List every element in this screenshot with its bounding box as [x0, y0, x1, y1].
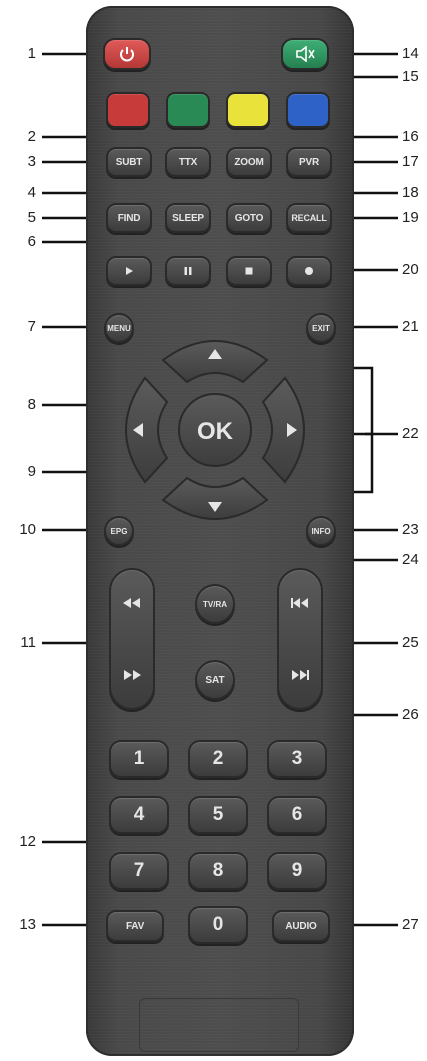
callout-16: 16	[402, 128, 419, 145]
digit-6-button[interactable]: 6	[267, 796, 327, 834]
digit-7-button[interactable]: 7	[109, 852, 169, 890]
callout-6: 6	[27, 233, 36, 250]
callout-11: 11	[20, 634, 36, 651]
dpad-up-button[interactable]	[161, 340, 269, 384]
tvra-button[interactable]: TV/RA	[195, 584, 235, 624]
info-button[interactable]: INFO	[306, 516, 336, 546]
callout-17: 17	[402, 153, 419, 170]
callout-22: 22	[402, 425, 419, 442]
digit-0-button[interactable]: 0	[188, 906, 248, 944]
zoom-button[interactable]: ZOOM	[226, 147, 272, 177]
recall-button[interactable]: RECALL	[286, 203, 332, 233]
mute-icon	[296, 46, 315, 62]
next-track-icon[interactable]	[291, 670, 309, 680]
green-button[interactable]	[166, 92, 210, 128]
callout-4: 4	[27, 184, 36, 201]
digit-4-button[interactable]: 4	[109, 796, 169, 834]
power-button[interactable]	[103, 38, 151, 70]
ttx-button[interactable]: TTX	[165, 147, 211, 177]
callout-20: 20	[402, 261, 419, 278]
play-icon	[126, 267, 133, 275]
sleep-button[interactable]: SLEEP	[165, 203, 211, 233]
rewind-ff-rocker	[109, 568, 155, 710]
callout-8: 8	[27, 396, 36, 413]
digit-8-button[interactable]: 8	[188, 852, 248, 890]
play-button[interactable]	[106, 256, 152, 286]
digit-9-button[interactable]: 9	[267, 852, 327, 890]
dpad-left-button[interactable]	[125, 376, 169, 484]
callout-27: 27	[402, 916, 419, 933]
callout-9: 9	[27, 463, 36, 480]
dpad-down-button[interactable]	[161, 476, 269, 520]
ok-label: OK	[197, 418, 234, 445]
pause-button[interactable]	[165, 256, 211, 286]
goto-button[interactable]: GOTO	[226, 203, 272, 233]
callout-15: 15	[402, 68, 419, 85]
rewind-icon[interactable]	[123, 598, 141, 608]
callout-19: 19	[402, 209, 419, 226]
callout-18: 18	[402, 184, 419, 201]
callout-14: 14	[402, 45, 419, 62]
callout-5: 5	[27, 209, 36, 226]
callout-24: 24	[402, 551, 419, 568]
find-button[interactable]: FIND	[106, 203, 152, 233]
stop-icon	[245, 267, 253, 275]
yellow-button[interactable]	[226, 92, 270, 128]
digit-3-button[interactable]: 3	[267, 740, 327, 778]
fast-forward-icon[interactable]	[123, 670, 141, 680]
callout-7: 7	[27, 318, 36, 335]
blue-button[interactable]	[286, 92, 330, 128]
pause-icon	[184, 267, 192, 275]
digit-5-button[interactable]: 5	[188, 796, 248, 834]
fav-button[interactable]: FAV	[106, 910, 164, 942]
callout-25: 25	[402, 634, 419, 651]
callout-13: 13	[19, 916, 36, 933]
callout-26: 26	[402, 706, 419, 723]
callout-2: 2	[27, 128, 36, 145]
digit-2-button[interactable]: 2	[188, 740, 248, 778]
pvr-button[interactable]: PVR	[286, 147, 332, 177]
stop-button[interactable]	[226, 256, 272, 286]
callout-21: 21	[402, 318, 419, 335]
mute-button[interactable]	[281, 38, 329, 70]
callout-3: 3	[27, 153, 36, 170]
previous-track-icon[interactable]	[291, 598, 309, 608]
dpad: OK	[125, 340, 305, 520]
callout-23: 23	[402, 521, 419, 538]
dpad-right-button[interactable]	[261, 376, 305, 484]
record-button[interactable]	[286, 256, 332, 286]
callout-1: 1	[27, 45, 36, 62]
record-icon	[305, 267, 313, 275]
speaker-grille	[139, 998, 299, 1052]
digit-1-button[interactable]: 1	[109, 740, 169, 778]
callout-10: 10	[19, 521, 36, 538]
callout-12: 12	[19, 833, 36, 850]
epg-button[interactable]: EPG	[104, 516, 134, 546]
subt-button[interactable]: SUBT	[106, 147, 152, 177]
red-button[interactable]	[106, 92, 150, 128]
sat-button[interactable]: SAT	[195, 660, 235, 700]
prev-next-rocker	[277, 568, 323, 710]
power-icon	[120, 47, 134, 62]
audio-button[interactable]: AUDIO	[272, 910, 330, 942]
